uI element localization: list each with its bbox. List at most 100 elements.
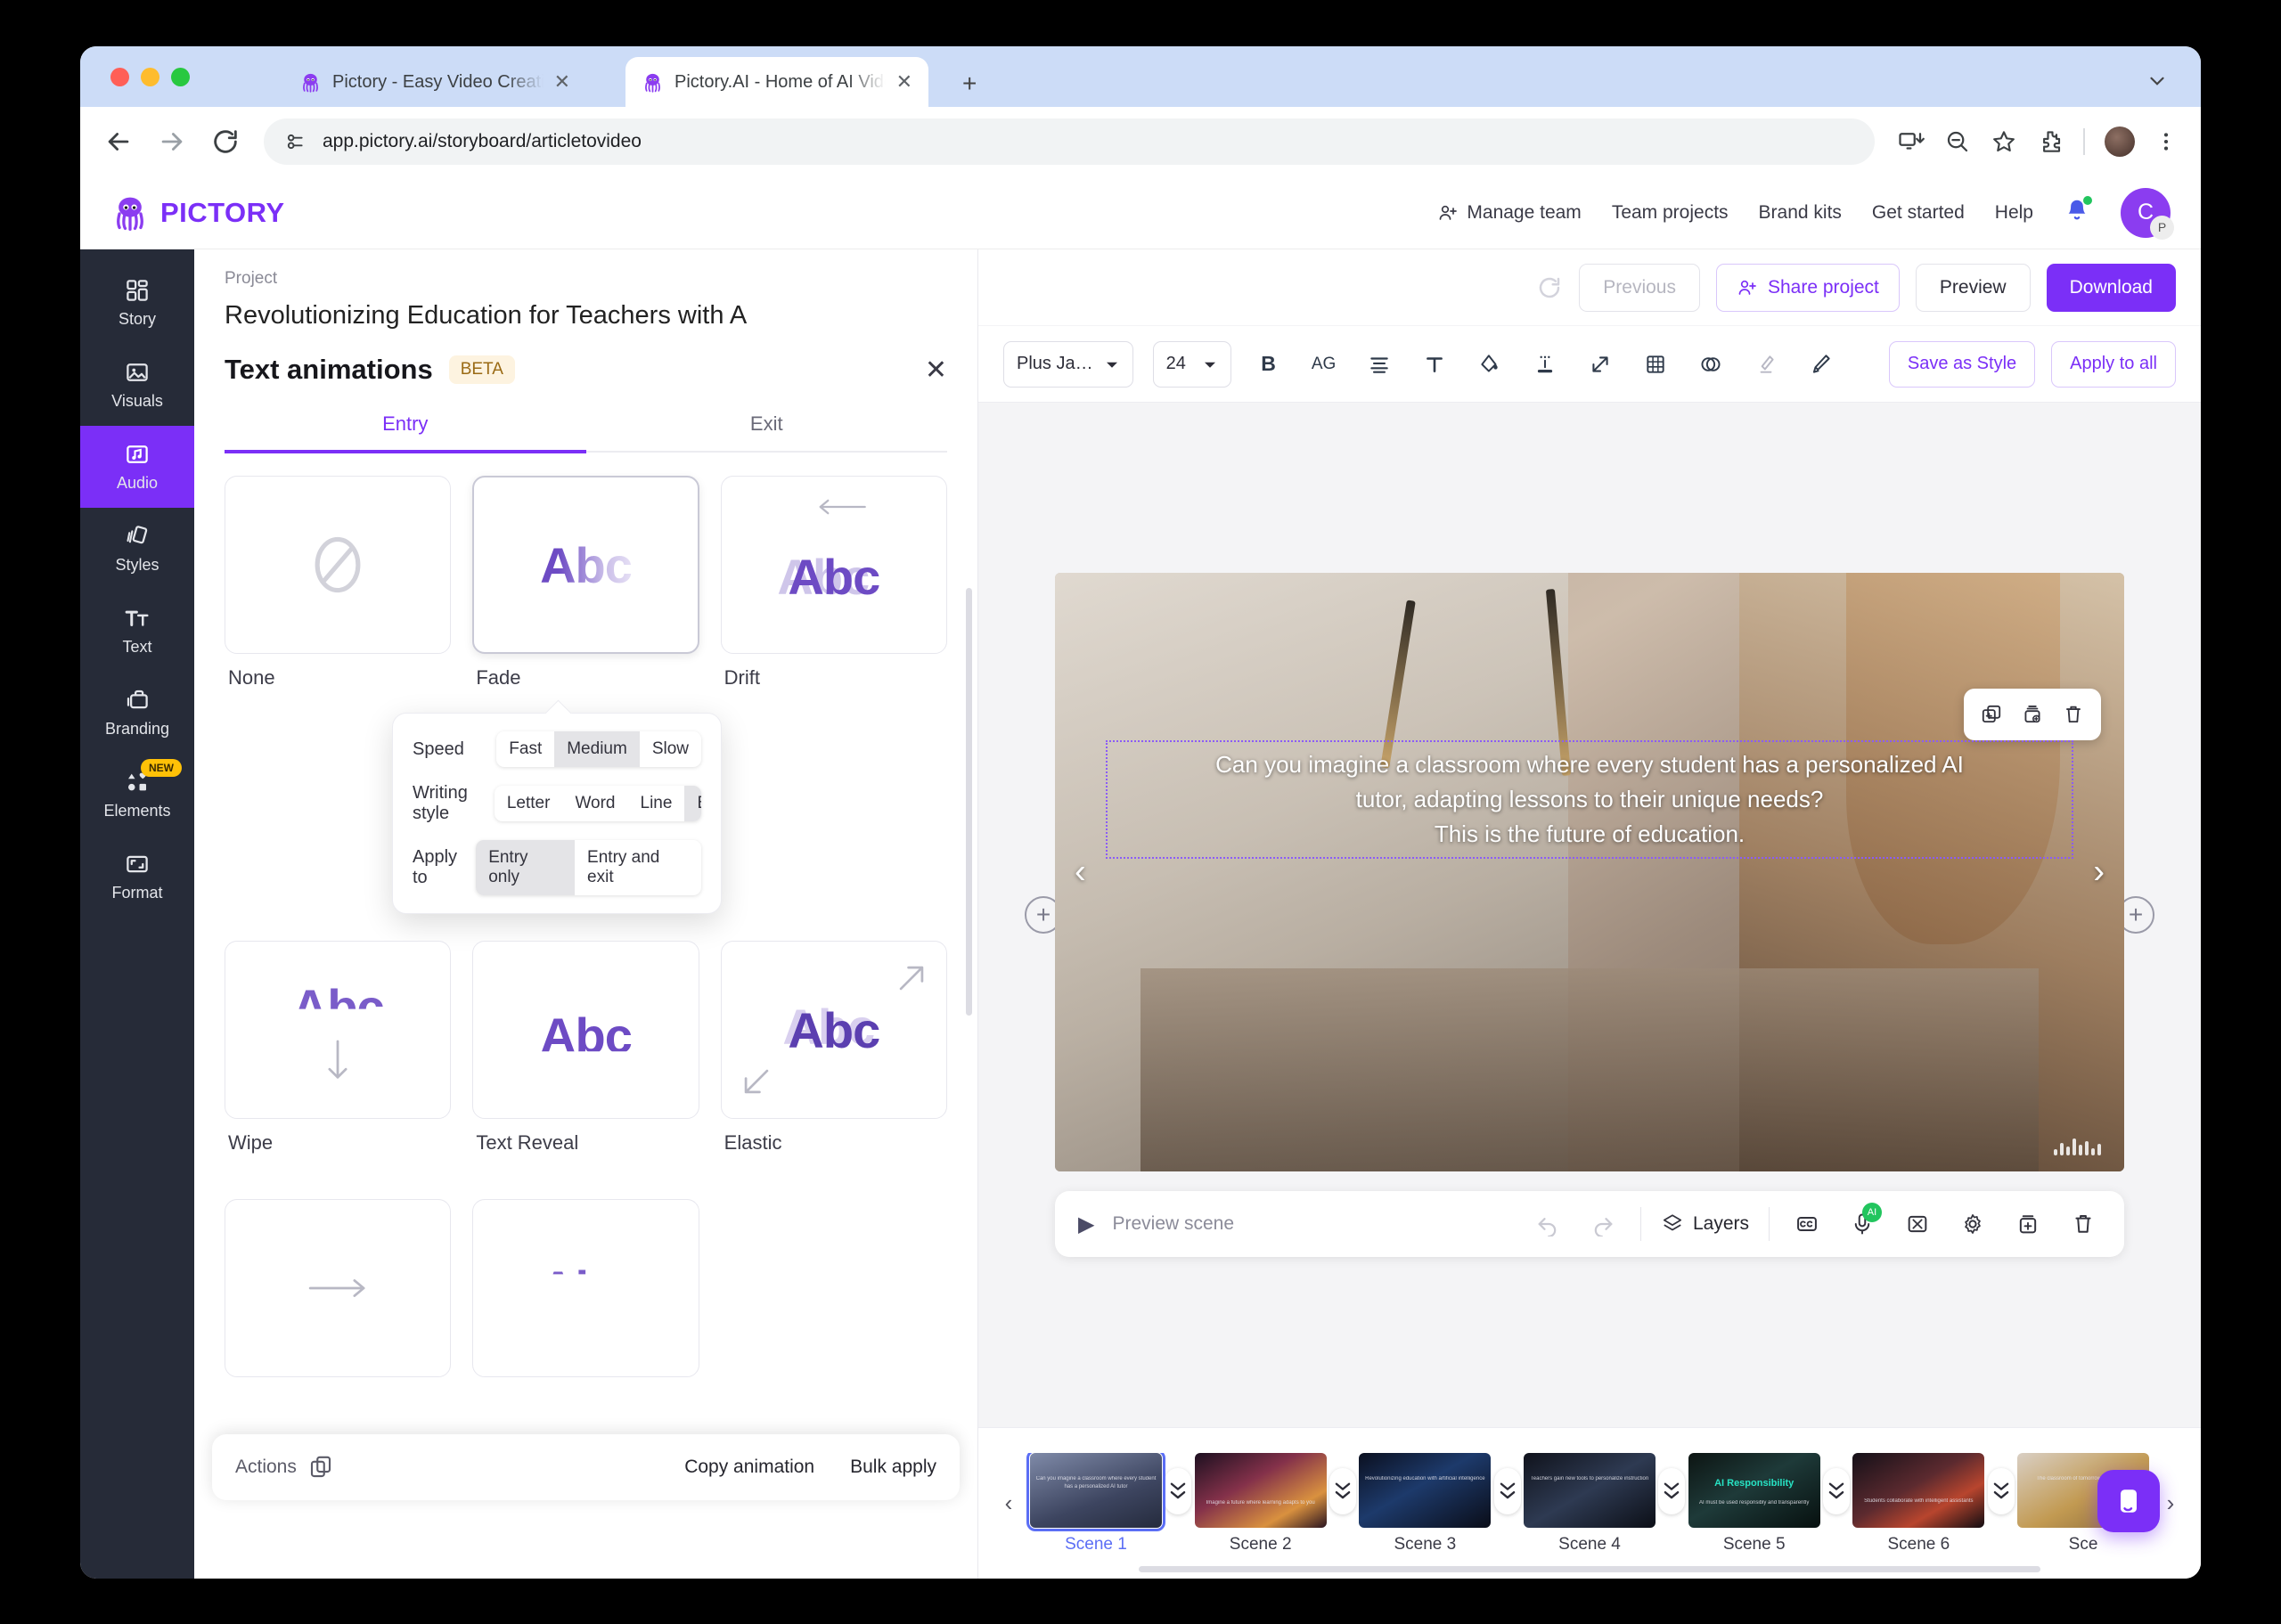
animation-preview-partial-1[interactable]: [225, 1199, 452, 1377]
scissors-icon[interactable]: [1900, 1206, 1935, 1242]
align-button[interactable]: [1361, 347, 1397, 382]
font-family-select[interactable]: Plus Ja…: [1003, 340, 1133, 388]
scene-transition-button[interactable]: [1491, 1467, 1524, 1514]
scene-thumbnail[interactable]: Can you imagine a classroom where every …: [1026, 1452, 1165, 1531]
brush-button[interactable]: [1803, 347, 1839, 382]
duplicate-scene-icon[interactable]: [2010, 1206, 2046, 1242]
animation-option-text-reveal[interactable]: Abc Text Reveal: [472, 941, 699, 1155]
scene-transition-button[interactable]: [1162, 1467, 1195, 1514]
scene-item[interactable]: Revolutionizing education with artificia…: [1359, 1452, 1492, 1555]
kebab-menu-icon[interactable]: [2154, 128, 2178, 155]
fill-color-button[interactable]: [1472, 347, 1508, 382]
redo-icon[interactable]: [1585, 1206, 1621, 1242]
animation-preview[interactable]: Abc: [472, 941, 699, 1119]
resize-button[interactable]: [1582, 347, 1618, 382]
address-bar[interactable]: app.pictory.ai/storyboard/articletovideo: [264, 118, 1875, 165]
window-traffic-lights[interactable]: [110, 68, 190, 86]
site-settings-icon[interactable]: [283, 130, 307, 153]
rail-item-branding[interactable]: Branding: [80, 672, 194, 754]
scene-thumbnail[interactable]: Teachers gain new tools to personalize i…: [1524, 1452, 1656, 1528]
new-tab-button[interactable]: +: [962, 71, 977, 96]
browser-tab-1[interactable]: Pictory - Easy Video Creation ✕: [283, 57, 586, 107]
scene-item[interactable]: AI Responsibility AI must be used respon…: [1688, 1452, 1820, 1555]
text-style-button[interactable]: [1417, 347, 1452, 382]
highlight-button[interactable]: [1527, 347, 1563, 382]
scene-transition-button[interactable]: [1820, 1467, 1853, 1514]
user-avatar[interactable]: C P: [2121, 187, 2174, 240]
rail-item-text[interactable]: Text: [80, 590, 194, 672]
install-app-icon[interactable]: [1898, 128, 1925, 155]
microphone-icon[interactable]: AI: [1844, 1203, 1882, 1242]
writing-option-word[interactable]: Word: [562, 786, 627, 821]
animation-option-drift[interactable]: Abc Abc Drift: [720, 476, 947, 690]
animation-option-wipe[interactable]: Abc Wipe: [225, 941, 452, 1155]
video-canvas[interactable]: Can you imagine a classroom where every …: [1055, 573, 2124, 1171]
font-size-select[interactable]: 24: [1152, 340, 1231, 388]
star-icon[interactable]: [1991, 128, 2017, 155]
writing-option-letter[interactable]: Letter: [495, 786, 563, 821]
back-arrow-icon[interactable]: [103, 126, 134, 157]
zoom-out-icon[interactable]: [1944, 128, 1971, 155]
preview-scene-label[interactable]: Preview scene: [1112, 1213, 1234, 1235]
save-as-style-button[interactable]: Save as Style: [1888, 340, 2036, 388]
animation-preview[interactable]: Abc Abc: [720, 476, 947, 654]
settings-gear-icon[interactable]: [1955, 1206, 1991, 1242]
undo-icon[interactable]: [1530, 1206, 1566, 1242]
strip-prev-button[interactable]: ‹: [993, 1489, 1025, 1517]
download-button[interactable]: Download: [2046, 263, 2176, 312]
closed-caption-icon[interactable]: [1789, 1206, 1825, 1242]
pictory-logo[interactable]: PICTORY: [110, 193, 285, 233]
panel-scrollbar[interactable]: [966, 588, 972, 1016]
notifications-button[interactable]: [2064, 196, 2092, 228]
scene-thumbnail[interactable]: AI Responsibility AI must be used respon…: [1688, 1452, 1820, 1528]
tab-exit[interactable]: Exit: [586, 412, 948, 451]
speed-option-fast[interactable]: Fast: [496, 731, 554, 767]
eraser-button[interactable]: [1748, 347, 1784, 382]
tab-entry[interactable]: Entry: [225, 412, 586, 453]
animation-option-none[interactable]: None: [225, 476, 452, 690]
animation-preview-partial-2[interactable]: Abc: [472, 1199, 699, 1377]
maximize-window-button[interactable]: [171, 68, 190, 86]
scene-item[interactable]: Can you imagine a classroom where every …: [1026, 1452, 1165, 1555]
layers-button[interactable]: Layers: [1661, 1212, 1749, 1236]
preview-button[interactable]: Preview: [1915, 263, 2031, 312]
animation-preview[interactable]: [225, 476, 452, 654]
puzzle-icon[interactable]: [2037, 128, 2064, 155]
scene-transition-button[interactable]: [1656, 1467, 1688, 1514]
animation-option-fade[interactable]: Abc Fade: [472, 476, 699, 690]
scene-transition-button[interactable]: [1984, 1467, 2017, 1514]
speed-segmented-control[interactable]: Fast Medium Slow: [496, 731, 701, 767]
copy-animation-button[interactable]: Copy animation: [684, 1457, 814, 1478]
browser-profile-avatar[interactable]: [2105, 126, 2135, 157]
grid-button[interactable]: [1638, 347, 1673, 382]
canvas-prev-arrow[interactable]: ‹: [1075, 853, 1086, 892]
applyto-option-entry-only[interactable]: Entry only: [476, 840, 576, 895]
delete-scene-icon[interactable]: [2065, 1206, 2101, 1242]
close-tab-icon[interactable]: ✕: [554, 72, 570, 92]
duplicate-icon[interactable]: [1974, 698, 2008, 731]
apply-to-all-button[interactable]: Apply to all: [2051, 340, 2176, 388]
play-icon[interactable]: ▶: [1078, 1212, 1094, 1237]
animation-option-elastic[interactable]: Abc Abc Elastic: [720, 941, 947, 1155]
actions-menu[interactable]: Actions: [235, 1454, 334, 1481]
previous-button[interactable]: Previous: [1579, 263, 1700, 312]
scene-thumbnail[interactable]: Students collaborate with intelligent as…: [1852, 1452, 1985, 1528]
apply-to-segmented-control[interactable]: Entry only Entry and exit: [476, 840, 701, 895]
bold-button[interactable]: B: [1251, 347, 1287, 382]
browser-tab-2[interactable]: Pictory.AI - Home of AI Video ✕: [625, 57, 928, 107]
share-project-button[interactable]: Share project: [1715, 263, 1900, 312]
animation-preview[interactable]: Abc: [225, 941, 452, 1119]
chevron-down-icon[interactable]: [2146, 69, 2169, 93]
writing-style-segmented-control[interactable]: Letter Word Line Box: [494, 786, 701, 821]
scene-thumbnail[interactable]: Imagine a future where learning adapts t…: [1194, 1452, 1327, 1528]
caption-text-box[interactable]: Can you imagine a classroom where every …: [1106, 740, 2073, 859]
animation-preview[interactable]: Abc Abc: [720, 941, 947, 1119]
opacity-button[interactable]: [1693, 347, 1729, 382]
scene-transition-button[interactable]: [1327, 1467, 1360, 1514]
rail-item-visuals[interactable]: Visuals: [80, 344, 194, 426]
rail-item-story[interactable]: Story: [80, 262, 194, 344]
close-window-button[interactable]: [110, 68, 129, 86]
speed-option-slow[interactable]: Slow: [640, 731, 701, 767]
layers-add-icon[interactable]: [2015, 698, 2049, 731]
forward-arrow-icon[interactable]: [157, 126, 187, 157]
